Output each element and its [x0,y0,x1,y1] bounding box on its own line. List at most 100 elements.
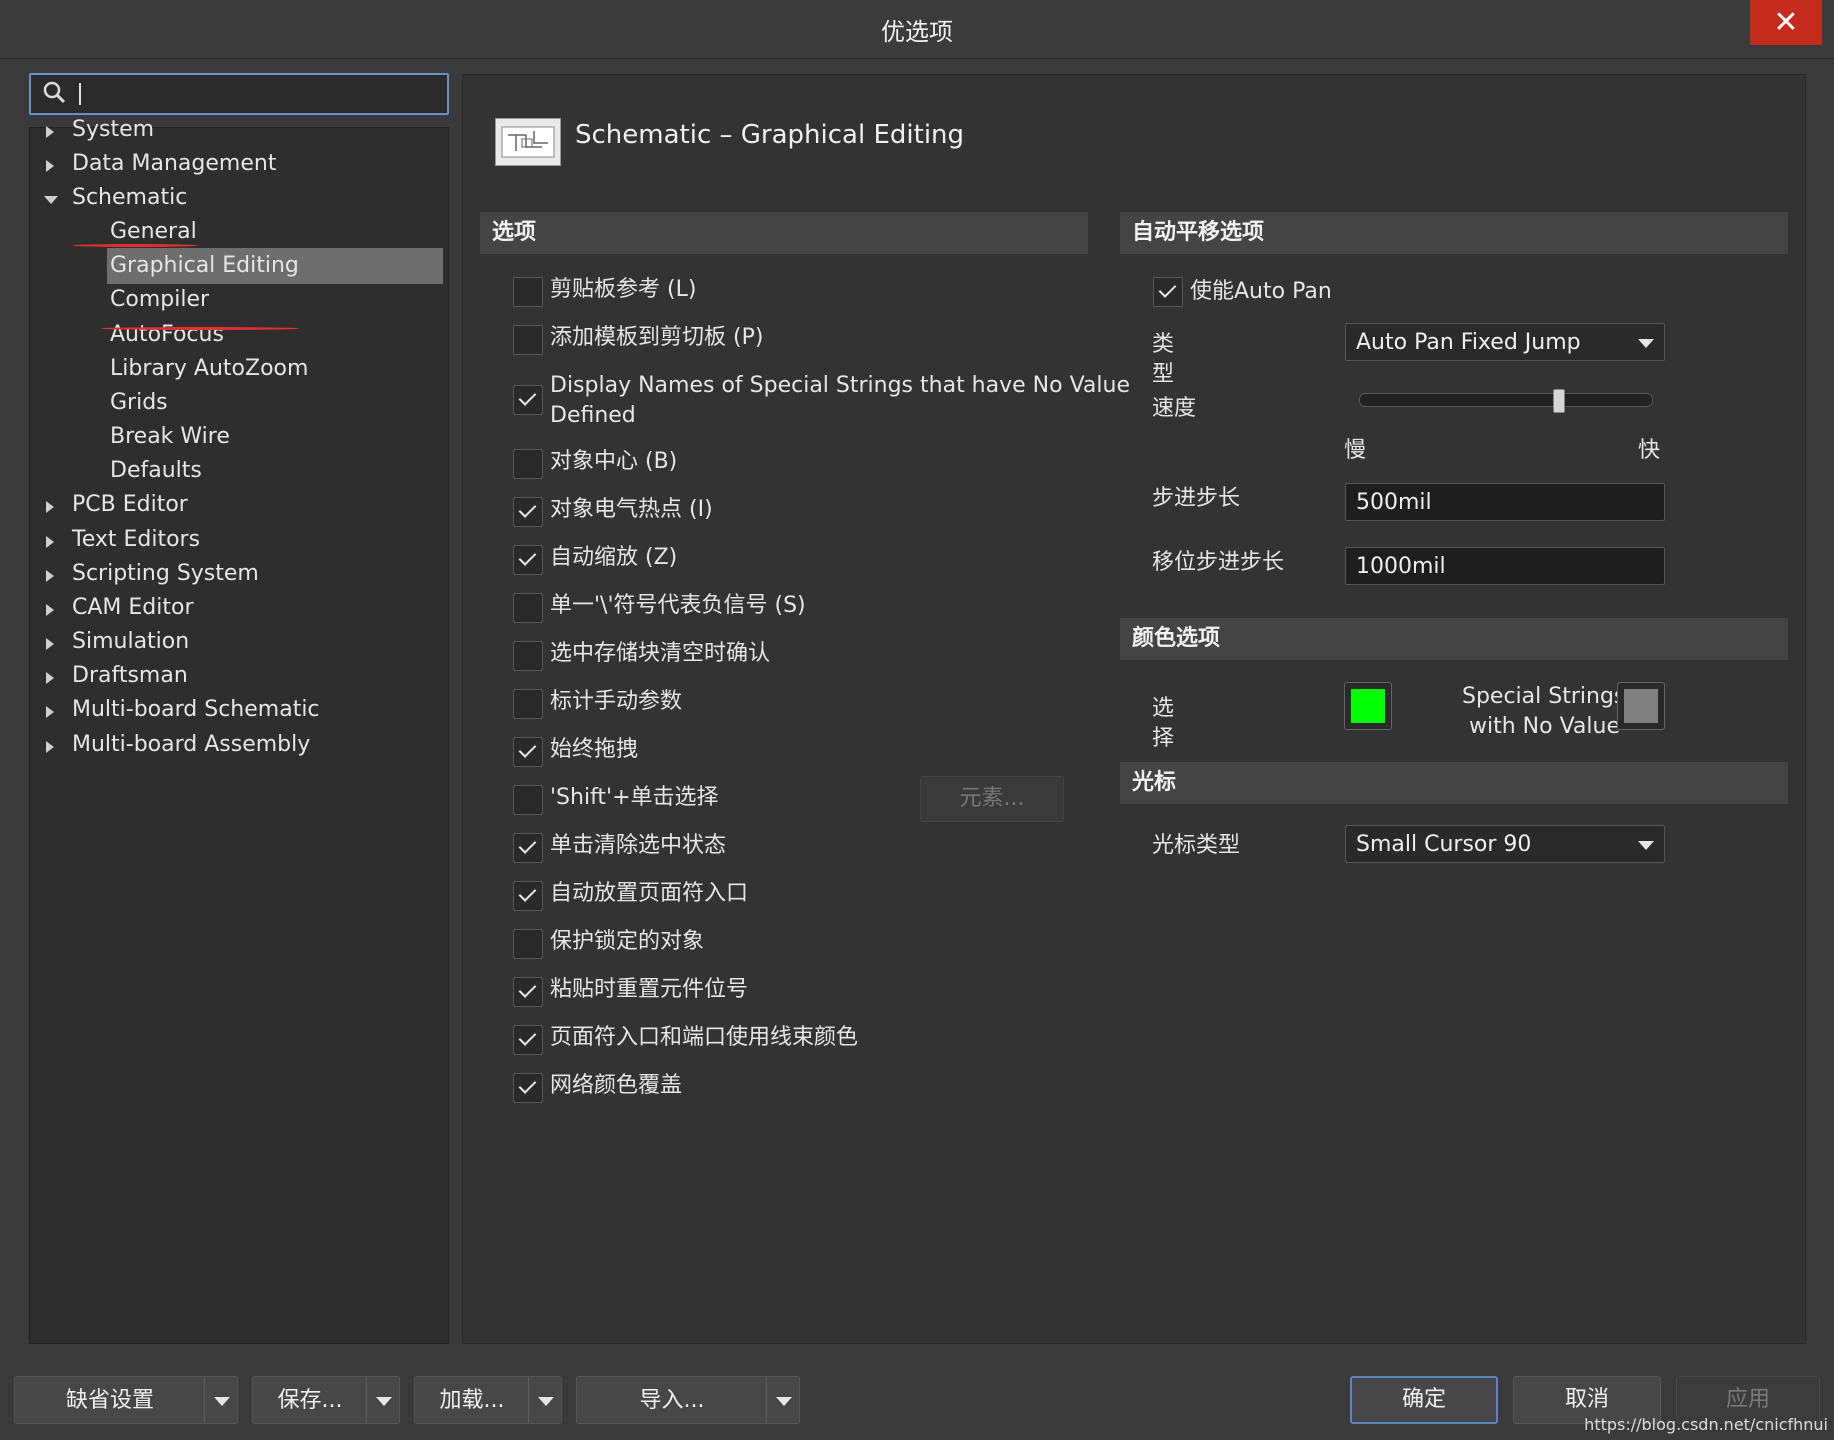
defaults-button[interactable]: 缺省设置 [14,1376,238,1424]
tree-item[interactable]: Draftsman [30,658,188,694]
load-button[interactable]: 加载... [414,1376,562,1424]
option-checkbox[interactable] [513,385,543,415]
tree-item-label: Schematic [72,185,188,210]
tree-item[interactable]: CAM Editor [30,590,194,626]
autopan-type-dropdown[interactable]: Auto Pan Fixed Jump [1345,323,1665,361]
option-label: 单击清除选中状态 [550,833,727,858]
shift-step-size-input[interactable]: 1000mil [1345,547,1665,585]
import-dropdown-arrow[interactable] [766,1377,799,1423]
save-dropdown-arrow[interactable] [366,1377,399,1423]
annotation-underline-schematic [72,244,198,247]
tree-item[interactable]: Scripting System [30,556,259,592]
option-label: 标计手动参数 [550,689,683,714]
expand-down-icon[interactable] [44,196,58,204]
option-checkbox[interactable] [513,545,543,575]
special-strings-label-1: Special Strings [1462,684,1626,709]
tree-item-label: Text Editors [72,527,201,552]
tree-item[interactable]: System [30,112,154,148]
tree-item[interactable]: Defaults [110,453,202,489]
tree-item[interactable]: Library AutoZoom [110,351,308,387]
autopan-enable-checkbox[interactable] [1153,277,1183,307]
option-checkbox[interactable] [513,325,543,355]
expand-right-icon[interactable] [46,570,54,582]
expand-right-icon[interactable] [46,672,54,684]
import-button[interactable]: 导入... [576,1376,800,1424]
tree-item[interactable]: Schematic [30,180,187,216]
option-checkbox[interactable] [513,929,543,959]
option-checkbox[interactable] [513,449,543,479]
option-label: 剪贴板参考 (L) [550,277,697,302]
ok-button[interactable]: 确定 [1350,1376,1498,1424]
expand-right-icon[interactable] [46,536,54,548]
tree-item[interactable]: Simulation [30,624,189,660]
option-checkbox[interactable] [513,497,543,527]
autopan-type-value: Auto Pan Fixed Jump [1356,330,1581,355]
autopan-header: 自动平移选项 [1120,212,1788,254]
cursor-type-value: Small Cursor 90 [1356,832,1532,857]
autopan-speed-slider[interactable] [1359,393,1653,407]
option-checkbox[interactable] [513,737,543,767]
autopan-speed-label: 速度 [1152,396,1197,421]
page-title: Schematic – Graphical Editing [575,120,965,150]
defaults-button-label: 缺省设置 [65,1388,154,1413]
expand-right-icon[interactable] [46,501,54,513]
tree-item[interactable]: Data Management [30,146,276,182]
special-strings-label-2: with No Value [1469,714,1620,739]
option-checkbox[interactable] [513,277,543,307]
tree-item[interactable]: Compiler [110,282,209,318]
selection-color-swatch[interactable] [1344,682,1392,730]
search-box[interactable] [29,73,449,115]
selection-color-label-2: 择 [1152,726,1175,751]
chevron-down-icon [1638,339,1654,348]
tree-item[interactable]: Multi-board Assembly [30,727,310,763]
tree-item-label: Multi-board Schematic [72,697,320,722]
option-label: 保护锁定的对象 [550,929,705,954]
tree-item-label: Graphical Editing [110,253,299,278]
expand-right-icon[interactable] [46,638,54,650]
load-dropdown-arrow[interactable] [528,1377,561,1423]
option-checkbox[interactable] [513,1025,543,1055]
expand-right-icon[interactable] [46,126,54,138]
expand-right-icon[interactable] [46,706,54,718]
tree-item-label: Library AutoZoom [110,356,309,381]
tree-item[interactable]: Text Editors [30,522,200,558]
expand-right-icon[interactable] [46,160,54,172]
option-checkbox[interactable] [513,593,543,623]
tree-item-label: Compiler [110,287,210,312]
autopan-enable-label: 使能Auto Pan [1190,279,1332,304]
option-checkbox[interactable] [513,833,543,863]
option-checkbox[interactable] [513,1073,543,1103]
tree-item[interactable]: PCB Editor [30,487,188,523]
elements-button[interactable]: 元素... [920,776,1064,822]
special-strings-color-swatch[interactable] [1617,682,1665,730]
tree-item-label: General [110,219,197,244]
option-checkbox[interactable] [513,977,543,1007]
cursor-type-dropdown[interactable]: Small Cursor 90 [1345,825,1665,863]
step-size-input[interactable]: 500mil [1345,483,1665,521]
cursor-type-label: 光标类型 [1152,833,1241,858]
option-checkbox[interactable] [513,689,543,719]
option-label: 单一'\'符号代表负信号 (S) [550,593,806,618]
defaults-dropdown-arrow[interactable] [204,1377,237,1423]
search-icon [43,81,66,104]
tree-item[interactable]: Graphical Editing [107,248,443,284]
expand-right-icon[interactable] [46,604,54,616]
close-button[interactable]: ✕ [1750,0,1822,45]
autopan-type-label-2: 型 [1152,362,1175,387]
expand-right-icon[interactable] [46,741,54,753]
tree-item[interactable]: Multi-board Schematic [30,692,320,728]
tree-item[interactable]: Break Wire [110,419,230,455]
save-button[interactable]: 保存... [252,1376,400,1424]
option-checkbox[interactable] [513,881,543,911]
tree-item[interactable]: Grids [110,385,168,421]
load-button-label: 加载... [439,1388,505,1413]
options-header: 选项 [480,212,1088,254]
autopan-speed-slider-thumb[interactable] [1552,389,1565,413]
tree-item-label: Break Wire [110,424,230,449]
tree-item-label: Multi-board Assembly [72,732,311,757]
option-checkbox[interactable] [513,641,543,671]
shift-step-size-label: 移位步进步长 [1152,550,1285,575]
title-bar: 优选项 ✕ [0,0,1834,59]
option-checkbox[interactable] [513,785,543,815]
tree-item[interactable]: AutoFocus [110,317,224,353]
